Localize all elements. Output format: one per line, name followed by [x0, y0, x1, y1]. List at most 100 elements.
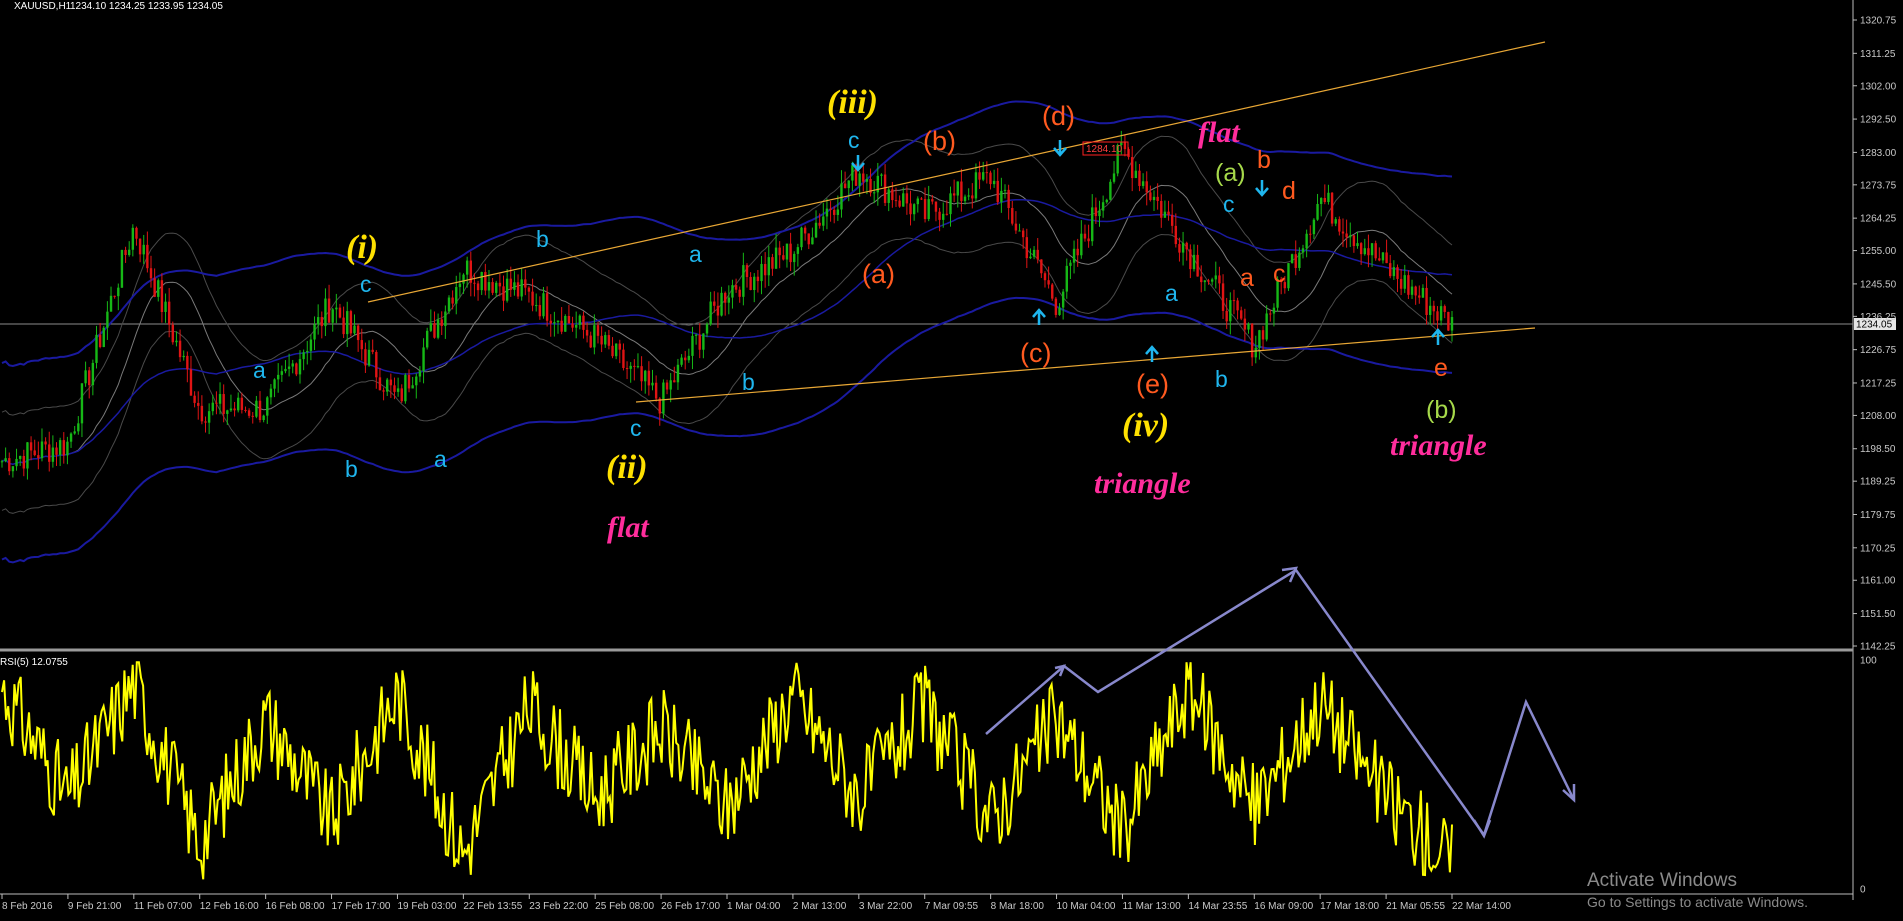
- candle-body: [215, 402, 218, 404]
- candle-body: [956, 181, 959, 196]
- candle-body: [1061, 291, 1065, 308]
- candle-body: [1138, 170, 1141, 186]
- candle-body: [687, 355, 691, 361]
- price-tick-label: 1161.00: [1860, 576, 1896, 587]
- candle-body: [1254, 347, 1257, 358]
- wave-label-a1: a: [253, 357, 266, 383]
- candle-body: [1287, 263, 1290, 289]
- candle-body: [1407, 275, 1410, 295]
- time-tick-label: 12 Feb 16:00: [200, 901, 259, 912]
- candle-body: [1163, 211, 1167, 218]
- candle-body: [872, 192, 876, 194]
- candle-body: [309, 339, 313, 351]
- candle-body: [40, 441, 44, 459]
- candle-body: [400, 388, 403, 402]
- candle-body: [316, 317, 320, 325]
- candle-body: [364, 349, 367, 366]
- candle-body: [298, 359, 302, 375]
- candle-body: [945, 213, 949, 215]
- candle-body: [189, 369, 193, 396]
- candle-body: [1076, 248, 1079, 256]
- candle-body: [1018, 230, 1021, 232]
- candle-body: [949, 193, 952, 215]
- candle-body: [73, 431, 76, 434]
- candle-body: [106, 311, 109, 328]
- candle-body: [636, 366, 640, 368]
- candle-body: [458, 283, 462, 288]
- candle-body: [509, 278, 512, 290]
- candle-body: [313, 324, 316, 340]
- candle-body: [498, 282, 502, 287]
- candle-body: [578, 315, 582, 325]
- candle-body: [1381, 252, 1385, 261]
- candle-body: [167, 301, 171, 325]
- candle-body: [567, 316, 571, 324]
- time-tick-label: 8 Mar 18:00: [991, 901, 1045, 912]
- candle-body: [1432, 305, 1436, 312]
- candle-body: [545, 293, 549, 321]
- candle-body: [1232, 300, 1236, 302]
- candle-body: [985, 172, 989, 174]
- candle-body: [1087, 238, 1090, 242]
- candle-body: [822, 216, 825, 226]
- candle-body: [785, 243, 789, 260]
- price-tick-label: 1320.75: [1860, 16, 1897, 27]
- candle-body: [487, 282, 491, 291]
- candle-body: [1436, 311, 1439, 321]
- candle-body: [938, 211, 941, 220]
- candle-body: [1374, 243, 1377, 259]
- candle-body: [680, 357, 683, 365]
- candle-body: [1396, 267, 1399, 279]
- candle-body: [960, 181, 963, 202]
- candle-body: [324, 298, 327, 327]
- candle-body: [705, 324, 709, 334]
- candle-body: [1403, 275, 1406, 289]
- candle-body: [1207, 280, 1210, 282]
- candle-body: [1309, 233, 1312, 235]
- candle-body: [197, 402, 200, 406]
- wave-label-e-paren: (e): [1136, 369, 1169, 399]
- candle-body: [98, 334, 102, 348]
- candle-body: [1072, 248, 1076, 263]
- time-tick-label: 11 Mar 13:00: [1122, 901, 1181, 912]
- price-tick-label: 1255.00: [1860, 246, 1897, 257]
- candle-body: [447, 297, 451, 312]
- candle-body: [865, 178, 869, 182]
- candle-body: [774, 247, 778, 269]
- candle-body: [11, 466, 15, 472]
- candle-body: [825, 208, 829, 217]
- candle-body: [331, 309, 334, 323]
- candle-body: [920, 198, 923, 200]
- price-tick-label: 1292.50: [1860, 115, 1897, 126]
- candle-body: [465, 260, 469, 275]
- trading-chart[interactable]: XAUUSD,H1 1234.10 1234.25 1233.95 1234.0…: [0, 0, 1903, 921]
- candle-body: [1047, 280, 1050, 285]
- candle-body: [833, 209, 836, 215]
- candle-body: [1414, 286, 1417, 296]
- wave-label-c4: c: [1223, 191, 1235, 217]
- candle-body: [444, 311, 447, 327]
- candle-body: [793, 253, 796, 263]
- candle-body: [15, 458, 18, 467]
- candle-body: [818, 222, 821, 226]
- time-tick-label: 3 Mar 22:00: [859, 901, 913, 912]
- candle-body: [1218, 275, 1221, 284]
- candle-body: [1181, 242, 1185, 253]
- price-tick-label: 1283.00: [1860, 148, 1897, 159]
- candle-body: [404, 374, 407, 402]
- candle-body: [80, 383, 84, 424]
- candle-body: [738, 289, 741, 297]
- candle-body: [211, 402, 214, 412]
- candle-body: [280, 371, 284, 375]
- ohlc-label: 1234.10 1234.25 1233.95 1234.05: [70, 1, 223, 12]
- time-tick-label: 22 Mar 14:00: [1452, 901, 1511, 912]
- candle-body: [880, 174, 883, 176]
- candle-body: [1392, 267, 1396, 277]
- candle-body: [491, 282, 494, 293]
- wave-label-iii: (iii): [827, 84, 878, 121]
- candle-body: [262, 415, 265, 421]
- price-tick-label: 1236.25: [1860, 312, 1897, 323]
- candle-body: [811, 237, 814, 245]
- candle-body: [200, 405, 204, 422]
- candle-body: [120, 249, 124, 288]
